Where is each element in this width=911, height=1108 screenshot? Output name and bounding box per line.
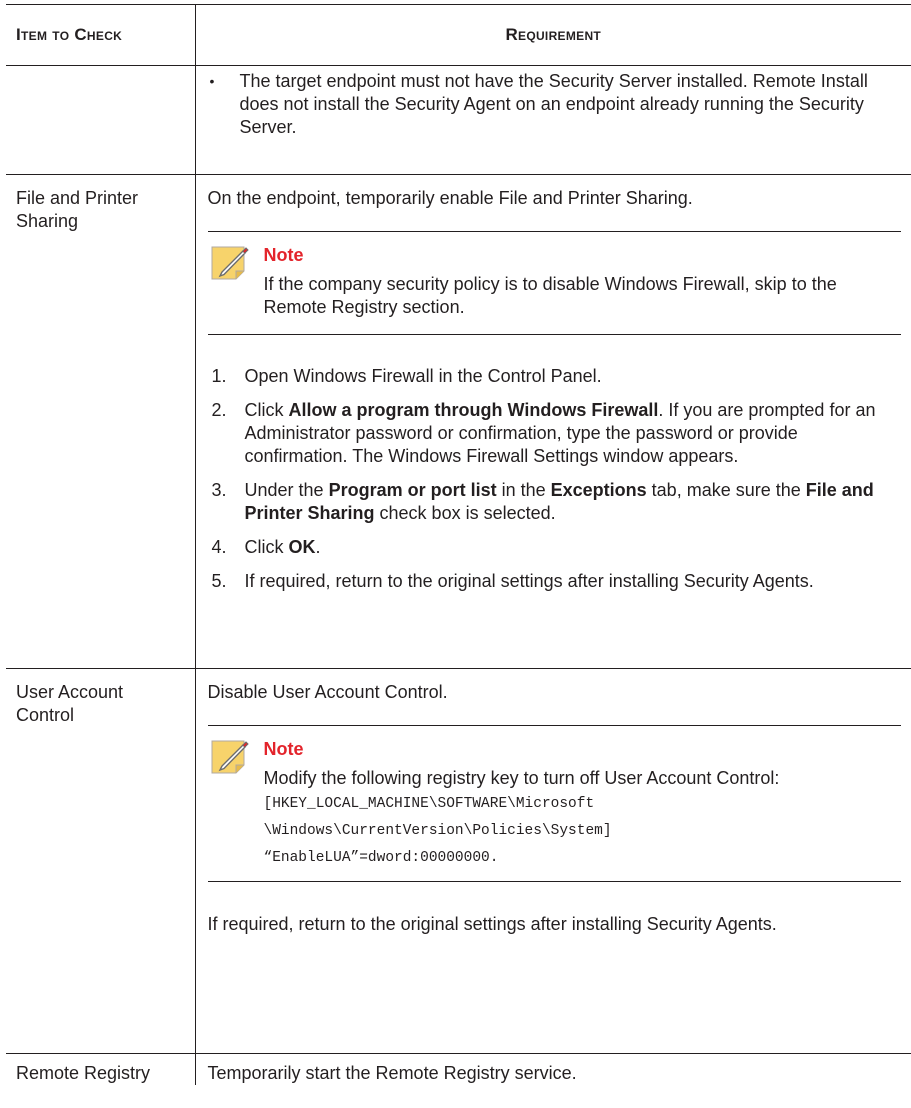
step-text: Open Windows Firewall in the Control Pan… [244,366,602,386]
bullet-text: The target endpoint must not have the Se… [239,71,868,137]
note-pencil-icon [211,740,249,774]
steps-list: 1. Open Windows Firewall in the Control … [208,365,902,593]
step-number: 3. [211,480,227,500]
requirement-cell: Disable User Account Control. Note Modif… [195,668,911,1054]
table-row: File and Printer Sharing On the endpoint… [6,174,911,669]
intro-text: Disable User Account Control. [207,682,448,702]
bold-term: OK [288,537,316,557]
list-item: 1. Open Windows Firewall in the Control … [208,365,902,388]
note-pencil-icon [211,246,249,280]
list-item: 5. If required, return to the original s… [208,570,902,593]
step-number: 2. [211,400,227,420]
text-run: Under the [244,480,329,500]
bold-term: Allow a program through Windows Firewall [288,400,659,420]
bullet-marker: • [209,73,215,89]
step-number: 1. [211,366,227,386]
list-item: 4. Click OK. [208,536,902,559]
bold-term: Exceptions [550,480,647,500]
item-cell: User Account Control [6,668,196,1054]
requirement-cell: • The target endpoint must not have the … [195,65,911,175]
code-period: . [489,850,499,866]
outro-text: If required, return to the original sett… [207,914,777,934]
step-text: Under the Program or port list in the Ex… [245,479,902,525]
text-run: in the [496,480,551,500]
item-cell: File and Printer Sharing [6,174,196,669]
note-box: Note If the company security policy is t… [207,231,901,335]
header-item-to-check: Item to Check [6,4,196,66]
intro-text: On the endpoint, temporarily enable File… [207,188,693,208]
requirements-table: Item to Check Requirement • The target e… [6,4,911,1085]
text-run: Click [244,400,289,420]
text-run: . [315,537,321,557]
table-row: User Account Control Disable User Accoun… [6,668,911,1054]
step-text: If required, return to the original sett… [244,571,814,591]
item-cell: Remote Registry [6,1053,196,1085]
registry-value-code: “EnableLUA”=dword:00000000 [263,850,490,866]
step-text: Click Allow a program through Windows Fi… [245,399,902,468]
registry-key-code: \Windows\CurrentVersion\Policies\System] [263,823,612,839]
note-title: Note [263,245,304,265]
registry-key-code: [HKEY_LOCAL_MACHINE\SOFTWARE\Microsoft [263,796,595,812]
note-title: Note [263,739,304,759]
note-text-run: Modify the following registry key to tur… [263,768,780,788]
list-item: 3. Under the Program or port list in the… [208,479,902,525]
bullet-item: • The target endpoint must not have the … [208,66,902,148]
table-row: Remote Registry Temporarily start the Re… [6,1053,911,1085]
note-box: Note Modify the following registry key t… [207,725,902,882]
table-row: • The target endpoint must not have the … [6,65,911,175]
text-run: check box is selected. [374,503,556,523]
header-requirement: Requirement [195,4,911,66]
text-run: Click [244,537,289,557]
note-text: Modify the following registry key to tur… [264,767,902,871]
document-page: Item to Check Requirement • The target e… [0,0,911,1108]
requirement-cell: On the endpoint, temporarily enable File… [195,174,911,669]
step-text: Click OK. [245,536,902,559]
list-item: 2. Click Allow a program through Windows… [208,399,902,468]
requirement-cell: Temporarily start the Remote Registry se… [207,1063,577,1083]
step-number: 4. [211,537,227,557]
item-cell-empty [6,65,196,175]
text-run: tab, make sure the [646,480,806,500]
bold-term: Program or port list [328,480,497,500]
step-number: 5. [211,571,227,591]
note-text: If the company security policy is to dis… [263,274,837,317]
table-header-row: Item to Check Requirement [6,4,911,66]
